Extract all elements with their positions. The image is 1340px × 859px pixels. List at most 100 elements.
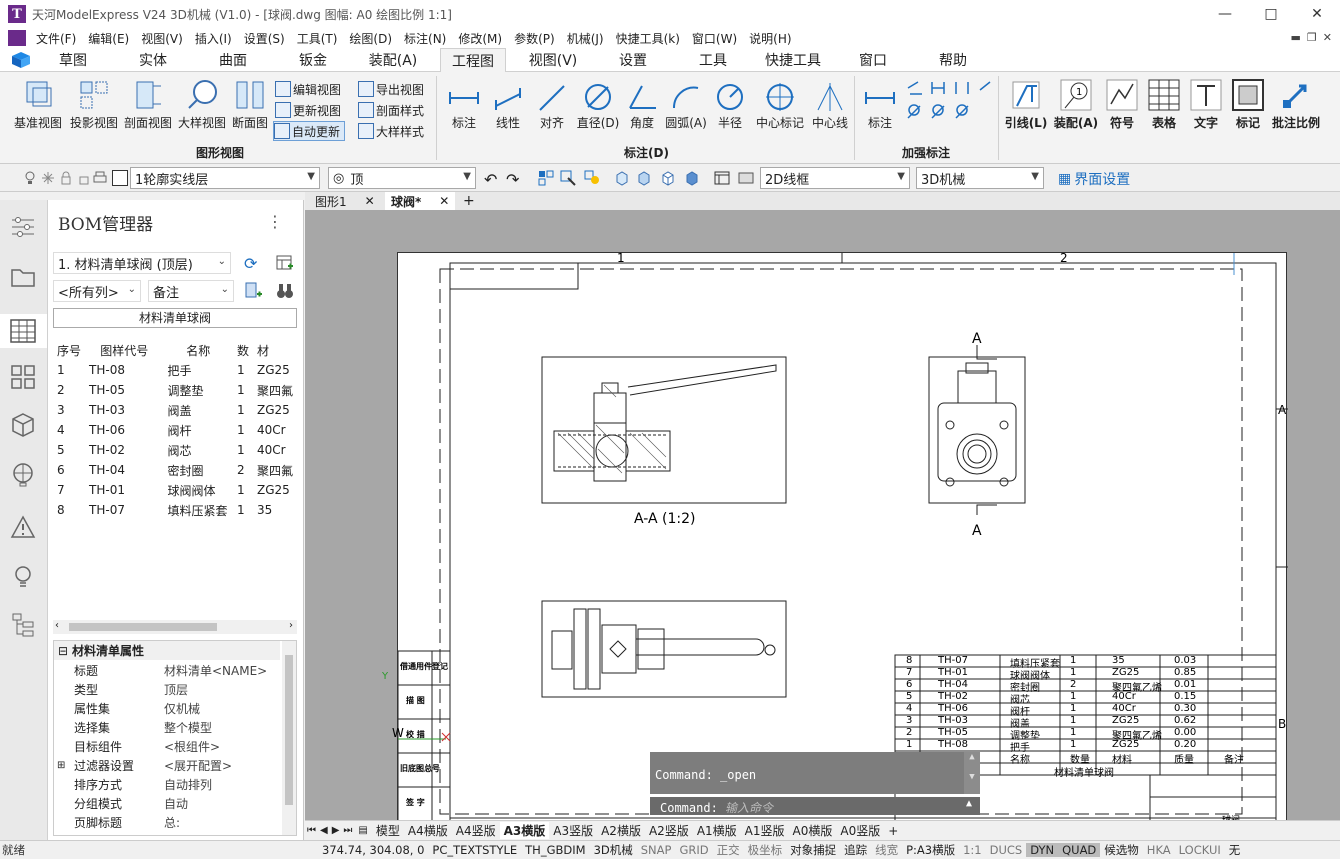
status-track[interactable]: 追踪 [840, 842, 871, 858]
menu-view[interactable]: 视图(V) [135, 30, 189, 47]
layout-tab[interactable]: A0横版 [789, 822, 837, 839]
status-hka[interactable]: HKA [1143, 843, 1175, 857]
table-row[interactable]: 5 TH-02 阀芯 1 40Cr [53, 440, 297, 460]
prop-row[interactable]: 分组模式 自动 [54, 794, 294, 813]
layer-select[interactable]: 1轮廓实线层 ▼ [130, 167, 320, 189]
menu-insert[interactable]: 插入(I) [189, 30, 238, 47]
status-dyn[interactable]: DYN [1026, 843, 1059, 857]
enh-dim-tools[interactable] [904, 78, 996, 126]
diameter-button[interactable]: 直径(D) [576, 82, 620, 131]
tree-icon[interactable] [10, 612, 36, 638]
mark-button[interactable]: 标记 [1228, 78, 1268, 131]
update-view-button[interactable]: 更新视图 [275, 100, 341, 120]
export-view-button[interactable]: 导出视图 [358, 79, 424, 99]
table-tab-icon[interactable] [0, 314, 47, 348]
cube-front-icon[interactable] [614, 170, 630, 186]
table-settings-icon[interactable] [276, 254, 294, 272]
menu-draw[interactable]: 绘图(D) [343, 30, 398, 47]
vertical-scrollbar[interactable] [282, 641, 296, 835]
tab-sheetmetal[interactable]: 钣金 [285, 48, 341, 72]
tab-quicktools[interactable]: 快捷工具 [755, 48, 831, 72]
select-tool-icon[interactable] [538, 170, 554, 186]
redo-icon[interactable]: ↷ [506, 170, 522, 189]
status-textstyle[interactable]: PC_TEXTSTYLE [428, 843, 521, 857]
scroll-thumb[interactable] [285, 655, 293, 805]
menu-tools[interactable]: 工具(T) [291, 30, 344, 47]
properties-header[interactable]: ⊟ 材料清单属性 [54, 641, 280, 660]
layer-lock-icon[interactable] [58, 170, 74, 186]
centerline-button[interactable]: 中心线 [810, 82, 850, 131]
prop-row[interactable]: 目标组件 <根组件> [54, 737, 294, 756]
menu-settings[interactable]: 设置(S) [238, 30, 291, 47]
column-field-select[interactable]: 备注 ⌄ [148, 280, 234, 302]
doc-tab-1[interactable]: 图形1 ✕ [309, 192, 381, 210]
dimension-button[interactable]: 标注 [444, 82, 484, 131]
layout-list-icon[interactable]: ▤ [354, 825, 371, 836]
history-scroll[interactable]: ▲ ▼ [964, 752, 980, 794]
tab-assembly[interactable]: 装配(A) [360, 48, 426, 72]
maximize-icon[interactable]: □ [1248, 0, 1294, 28]
balloon-button[interactable]: 1 装配(A) [1052, 78, 1100, 131]
status-ducs[interactable]: DUCS [986, 843, 1027, 857]
prev-layout-icon[interactable]: ◀ [318, 825, 330, 836]
visual-style-select[interactable]: 2D线框 ▼ [760, 167, 910, 189]
table-row[interactable]: 7 TH-01 球阀阀体 1 ZG25 [53, 480, 297, 500]
new-tab-button[interactable]: + [457, 192, 481, 210]
auto-update-button[interactable]: 自动更新 [273, 121, 346, 141]
status-osnap[interactable]: 对象捕捉 [786, 842, 840, 858]
layout-tab[interactable]: A3竖版 [549, 822, 597, 839]
table-button[interactable]: 表格 [1144, 78, 1184, 131]
bom-name-button[interactable]: 材料清单球阀 [53, 308, 297, 328]
image-icon[interactable] [738, 170, 754, 186]
prop-row[interactable]: 类型 顶层 [54, 680, 294, 699]
layout-tab[interactable]: A2竖版 [645, 822, 693, 839]
linear-button[interactable]: 线性 [488, 82, 528, 131]
doc-close-icon[interactable]: ✕ [1323, 31, 1332, 44]
warning-icon[interactable] [10, 514, 36, 540]
layer-color-swatch[interactable] [112, 170, 128, 186]
viewport-icon[interactable] [714, 170, 730, 186]
menu-quicktools[interactable]: 快捷工具(k) [610, 30, 686, 47]
menu-mechanical[interactable]: 机械(J) [561, 30, 610, 47]
tab-surface[interactable]: 曲面 [205, 48, 261, 72]
detail-style-button[interactable]: 大样样式 [358, 121, 424, 141]
folder-icon[interactable] [10, 264, 36, 290]
angle-button[interactable]: 角度 [622, 82, 662, 131]
break-view-button[interactable]: 断面图 [228, 78, 272, 131]
base-view-button[interactable]: 基准视图 [12, 78, 64, 131]
drawing-canvas[interactable]: 1 2 A B A-A (1:2) A A 借通用件登记 描 图 校 描 旧底图… [305, 210, 1340, 826]
menu-modify[interactable]: 修改(M) [452, 30, 508, 47]
scroll-thumb[interactable] [69, 623, 217, 631]
status-ortho[interactable]: 正交 [713, 842, 744, 858]
edit-view-button[interactable]: 编辑视图 [275, 79, 341, 99]
box-3d-icon[interactable] [10, 412, 36, 438]
menu-file[interactable]: 文件(F) [30, 30, 82, 47]
table-row[interactable]: 8 TH-07 填料压紧套 1 35 [53, 500, 297, 520]
header-cell[interactable]: 数 [233, 340, 253, 360]
layer-bulb-icon[interactable] [22, 170, 38, 186]
arc-button[interactable]: 圆弧(A) [664, 82, 708, 131]
radius-button[interactable]: 半径 [710, 82, 750, 131]
last-layout-icon[interactable]: ⏭ [341, 825, 354, 836]
workspace-select[interactable]: 3D机械 ▼ [916, 167, 1044, 189]
symbol-button[interactable]: 符号 [1102, 78, 1142, 131]
next-layout-icon[interactable]: ▶ [330, 825, 342, 836]
layout-tab[interactable]: 模型 [372, 822, 404, 839]
refresh-icon[interactable]: ⟳ [244, 254, 262, 273]
detail-view-button[interactable]: 大样视图 [176, 78, 228, 131]
prop-row[interactable]: 属性集 仅机械 [54, 699, 294, 718]
cube-shaded-icon[interactable] [684, 170, 700, 186]
layout-tab[interactable]: A4横版 [404, 822, 452, 839]
print-icon[interactable] [92, 170, 108, 186]
tab-drawing[interactable]: 工程图 [440, 48, 506, 72]
status-snap[interactable]: SNAP [637, 843, 676, 857]
layout-tab[interactable]: A2横版 [597, 822, 645, 839]
doc-restore-icon[interactable]: ❐ [1307, 31, 1317, 44]
menu-edit[interactable]: 编辑(E) [82, 30, 135, 47]
tab-help[interactable]: 帮助 [925, 48, 981, 72]
first-layout-icon[interactable]: ⏮ [305, 825, 318, 836]
tab-solid[interactable]: 实体 [125, 48, 181, 72]
status-lineweight[interactable]: 线宽 [871, 842, 902, 858]
prop-row[interactable]: 标题 材料清单<NAME> [54, 661, 294, 680]
view-select[interactable]: ◎ 顶 ▼ [328, 167, 476, 189]
